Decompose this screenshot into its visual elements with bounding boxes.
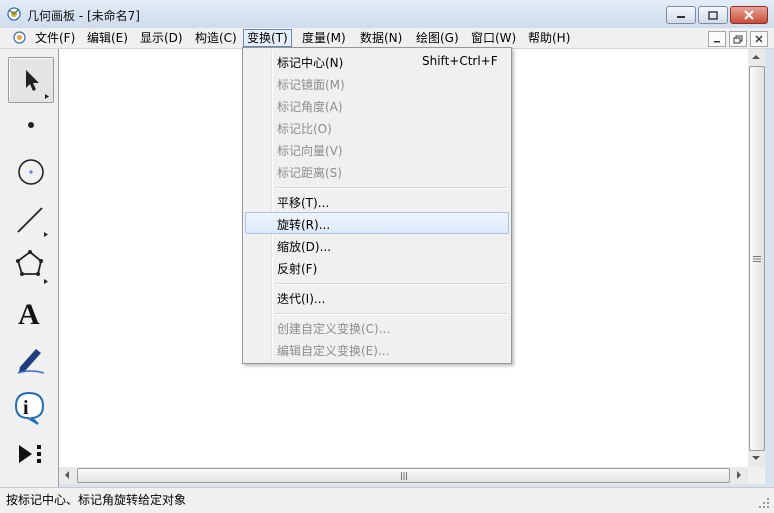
status-bar: 按标记中心、标记角旋转给定对象 <box>0 487 774 513</box>
menu-item-label: 缩放(D)... <box>277 240 332 254</box>
horizontal-scrollbar[interactable] <box>59 467 748 484</box>
text-tool[interactable]: A <box>8 290 54 336</box>
menu-item-iterate[interactable]: 迭代(I)... <box>245 286 509 308</box>
menu-separator <box>275 283 507 285</box>
svg-text:i: i <box>23 397 29 419</box>
custom-tool[interactable] <box>8 431 54 477</box>
transform-menu-dropdown: 标记中心(N) Shift+Ctrl+F 标记镜面(M) 标记角度(A) 标记比… <box>242 47 512 364</box>
maximize-button[interactable] <box>698 6 728 24</box>
menu-item-create-custom-transform[interactable]: 创建自定义变换(C)... <box>245 316 509 338</box>
menu-item-mark-ratio[interactable]: 标记比(O) <box>245 116 509 138</box>
resize-grip-icon[interactable] <box>758 497 770 509</box>
doc-restore-button[interactable] <box>729 31 747 47</box>
minimize-icon <box>677 16 685 18</box>
close-icon <box>744 10 754 20</box>
menu-construct[interactable]: 构造(C) <box>192 30 240 46</box>
menu-item-label: 反射(F) <box>277 262 318 276</box>
straightedge-tool[interactable] <box>8 196 54 242</box>
chevron-right-icon <box>737 471 741 479</box>
menu-item-label: 标记角度(A) <box>277 100 343 114</box>
menu-item-label: 标记比(O) <box>277 122 332 136</box>
restore-icon <box>733 35 743 43</box>
menu-display[interactable]: 显示(D) <box>137 30 186 46</box>
menu-graph[interactable]: 绘图(G) <box>413 30 462 46</box>
arrow-icon <box>26 70 49 99</box>
menu-item-label: 标记距离(S) <box>277 166 342 180</box>
menu-transform[interactable]: 变换(T) <box>243 29 292 47</box>
chevron-down-icon <box>752 456 760 460</box>
menu-separator <box>275 313 507 315</box>
menu-separator <box>275 187 507 189</box>
minimize-icon <box>714 41 720 43</box>
menu-item-label: 标记向量(V) <box>277 144 343 158</box>
menu-item-label: 平移(T)... <box>277 196 330 210</box>
menu-window[interactable]: 窗口(W) <box>468 30 519 46</box>
menu-item-shortcut: Shift+Ctrl+F <box>422 54 498 68</box>
point-icon <box>28 122 34 128</box>
selection-arrow-tool[interactable] <box>8 57 54 103</box>
menu-item-label: 编辑自定义变换(E)... <box>277 344 390 358</box>
vertical-scroll-thumb[interactable] <box>749 66 765 451</box>
chevron-left-icon <box>65 471 69 479</box>
maximize-icon <box>708 10 718 20</box>
document-icon[interactable] <box>13 31 26 44</box>
line-segment-icon <box>17 207 48 237</box>
text-icon: A <box>18 298 40 331</box>
info-icon: i <box>14 391 45 425</box>
custom-tool-icon <box>19 445 41 463</box>
polygon-tool[interactable] <box>8 243 54 289</box>
menu-item-label: 标记中心(N) <box>277 56 344 70</box>
window-controls <box>666 6 768 24</box>
doc-close-button[interactable] <box>750 31 768 47</box>
tool-palette: A i <box>0 49 59 487</box>
chevron-up-icon <box>752 55 760 59</box>
grip-icon <box>753 255 761 262</box>
scroll-down-button[interactable] <box>749 451 763 465</box>
menu-help[interactable]: 帮助(H) <box>525 30 573 46</box>
circle-icon <box>18 159 44 185</box>
menu-item-dilate[interactable]: 缩放(D)... <box>245 234 509 256</box>
title-bar: 几何画板 - [未命名7] <box>0 0 774 29</box>
menu-item-mark-distance[interactable]: 标记距离(S) <box>245 160 509 182</box>
scrollbar-corner <box>748 467 765 484</box>
close-icon <box>755 35 763 43</box>
menu-file[interactable]: 文件(F) <box>32 30 78 46</box>
doc-minimize-button[interactable] <box>708 31 726 47</box>
marker-tool[interactable] <box>8 337 54 383</box>
window-title: 几何画板 - [未命名7] <box>27 9 140 23</box>
menu-item-label: 迭代(I)... <box>277 292 326 306</box>
menu-item-rotate[interactable]: 旋转(R)... <box>245 212 509 234</box>
minimize-button[interactable] <box>666 6 696 24</box>
menu-bar: 文件(F) 编辑(E) 显示(D) 构造(C) 变换(T) 度量(M) 数据(N… <box>0 28 774 49</box>
grip-icon <box>400 471 407 480</box>
menu-measure[interactable]: 度量(M) <box>299 30 349 46</box>
horizontal-scroll-thumb[interactable] <box>77 468 730 483</box>
scroll-right-button[interactable] <box>732 468 746 482</box>
menu-item-reflect[interactable]: 反射(F) <box>245 256 509 278</box>
menu-item-edit-custom-transform[interactable]: 编辑自定义变换(E)... <box>245 338 509 360</box>
menu-item-mark-vector[interactable]: 标记向量(V) <box>245 138 509 160</box>
polygon-icon <box>16 250 48 284</box>
menu-item-label: 创建自定义变换(C)... <box>277 322 391 336</box>
menu-item-label: 旋转(R)... <box>277 218 331 232</box>
menu-item-mark-angle[interactable]: 标记角度(A) <box>245 94 509 116</box>
scroll-up-button[interactable] <box>749 50 763 64</box>
svg-text:A: A <box>18 298 40 331</box>
menu-item-translate[interactable]: 平移(T)... <box>245 190 509 212</box>
vertical-scrollbar[interactable] <box>748 49 765 467</box>
sketchpad-app-icon[interactable] <box>7 7 21 21</box>
menu-item-mark-center[interactable]: 标记中心(N) Shift+Ctrl+F <box>245 50 509 72</box>
menu-item-mark-mirror[interactable]: 标记镜面(M) <box>245 72 509 94</box>
menu-item-label: 标记镜面(M) <box>277 78 345 92</box>
window-frame-right <box>765 49 774 487</box>
scroll-left-button[interactable] <box>60 468 74 482</box>
information-tool[interactable]: i <box>8 384 54 430</box>
close-button[interactable] <box>730 6 768 24</box>
menu-number[interactable]: 数据(N) <box>357 30 405 46</box>
compass-tool[interactable] <box>8 149 54 195</box>
marker-pen-icon <box>17 349 45 374</box>
status-text: 按标记中心、标记角旋转给定对象 <box>6 493 187 507</box>
point-tool[interactable] <box>8 102 54 148</box>
menu-edit[interactable]: 编辑(E) <box>84 30 131 46</box>
